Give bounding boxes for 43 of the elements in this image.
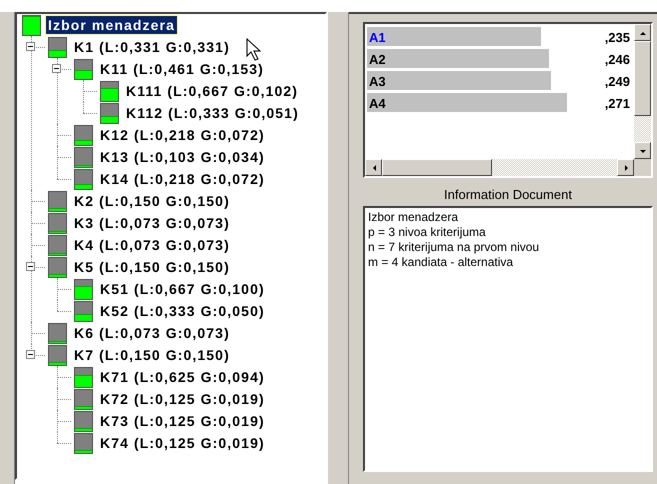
- collapse-icon[interactable]: [26, 350, 35, 359]
- tree-item[interactable]: K111 (L:0,667 G:0,102): [124, 82, 300, 100]
- info-line: n = 7 kriterijuma na prvom nivou: [368, 240, 540, 255]
- info-line: p = 3 nivoa kriterijuma: [368, 225, 487, 240]
- tree-item[interactable]: K74 (L:0,125 G:0,019): [98, 434, 267, 452]
- tree-item[interactable]: K7 (L:0,150 G:0,150): [72, 346, 232, 364]
- info-line: Izbor menadzera: [368, 210, 460, 225]
- alternative-name[interactable]: A4: [367, 96, 386, 110]
- tree-item[interactable]: K5 (L:0,150 G:0,150): [72, 258, 232, 276]
- tree-item[interactable]: K51 (L:0,667 G:0,100): [98, 280, 267, 298]
- tree-item[interactable]: K71 (L:0,625 G:0,094): [98, 368, 267, 386]
- tree-item[interactable]: K1 (L:0,331 G:0,331): [72, 38, 232, 56]
- tree-item[interactable]: K4 (L:0,073 G:0,073): [72, 236, 232, 254]
- scrollbar-corner: [634, 159, 651, 176]
- vertical-scrollbar[interactable]: [634, 24, 651, 159]
- info-title: Information Document: [443, 186, 573, 204]
- tree-item[interactable]: K13 (L:0,103 G:0,034): [98, 148, 267, 166]
- info-line: m = 4 kandiata - alternativa: [368, 255, 514, 270]
- tree-item[interactable]: K52 (L:0,333 G:0,050): [98, 302, 267, 320]
- tree-item[interactable]: Izbor menadzera: [46, 16, 177, 34]
- tree-item[interactable]: K73 (L:0,125 G:0,019): [98, 412, 267, 430]
- collapse-icon[interactable]: [26, 42, 35, 51]
- alternative-name[interactable]: A3: [367, 74, 386, 88]
- collapse-icon[interactable]: [52, 64, 61, 73]
- tree-item[interactable]: K112 (L:0,333 G:0,051): [124, 104, 301, 122]
- splitter-bar[interactable]: [327, 12, 349, 484]
- alternative-score: ,246: [604, 52, 631, 66]
- tree-item[interactable]: K3 (L:0,073 G:0,073): [72, 214, 232, 232]
- tree-item[interactable]: K2 (L:0,150 G:0,150): [72, 192, 232, 210]
- tree-item[interactable]: K14 (L:0,218 G:0,072): [98, 170, 267, 188]
- info-text-area[interactable]: Izbor menadzera p = 3 nivoa kriterijuma n = 7 kriterijuma na prvom nivou m = 4 kandiata - alternativa: [363, 206, 653, 472]
- tree-item[interactable]: K11 (L:0,461 G:0,153): [98, 60, 266, 78]
- alternative-score: ,249: [604, 74, 631, 88]
- cursor-icon: [246, 38, 262, 62]
- tree-item[interactable]: K72 (L:0,125 G:0,019): [98, 390, 267, 408]
- horizontal-scrollbar[interactable]: [365, 159, 634, 176]
- tree-item[interactable]: K12 (L:0,218 G:0,072): [98, 126, 267, 144]
- alternative-name[interactable]: A1: [367, 30, 386, 44]
- alternative-score: ,271: [604, 96, 631, 110]
- alternative-score: ,235: [604, 30, 631, 44]
- collapse-icon[interactable]: [26, 262, 35, 271]
- alternative-name[interactable]: A2: [367, 52, 386, 66]
- tree-item[interactable]: K6 (L:0,073 G:0,073): [72, 324, 232, 342]
